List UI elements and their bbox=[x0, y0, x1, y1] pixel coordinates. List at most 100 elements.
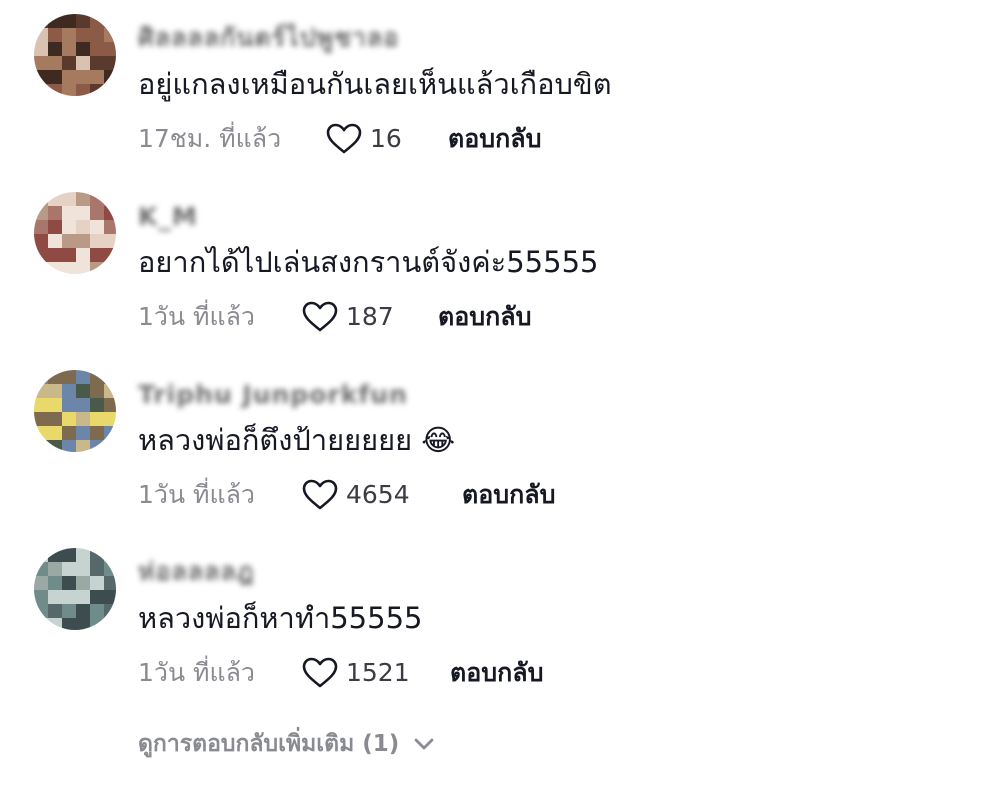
avatar-pixel bbox=[62, 398, 76, 412]
heart-outline-icon bbox=[302, 479, 338, 511]
avatar-pixel bbox=[90, 576, 104, 590]
avatar-pixel bbox=[104, 426, 116, 440]
avatar-pixel bbox=[48, 604, 62, 618]
avatar-pixel bbox=[62, 248, 76, 262]
avatar-pixel bbox=[34, 192, 48, 206]
avatar[interactable] bbox=[34, 14, 116, 96]
avatar-pixel bbox=[90, 56, 104, 70]
avatar-pixel bbox=[104, 56, 116, 70]
avatar-pixel bbox=[34, 426, 48, 440]
comment-text: หลวงพ่อก็ตึงป้ายยยยย 😂 bbox=[138, 423, 456, 457]
avatar-pixel bbox=[34, 262, 48, 274]
avatar-pixel bbox=[48, 440, 62, 452]
avatar-pixel bbox=[76, 384, 90, 398]
avatar-pixel bbox=[34, 576, 48, 590]
avatar-pixel bbox=[34, 604, 48, 618]
comment-timestamp: 1วัน ที่แล้ว bbox=[138, 658, 255, 687]
avatar-pixel bbox=[62, 220, 76, 234]
like-count: 4654 bbox=[346, 480, 410, 509]
username[interactable]: ห่อลลลลฎ bbox=[138, 557, 255, 586]
comment-item: ศิลลลลกันตร์ไปพูชาลอ อยู่แกลงเหมือนกันเล… bbox=[0, 0, 984, 170]
avatar-pixel bbox=[34, 398, 48, 412]
avatar-pixel bbox=[90, 412, 104, 426]
avatar[interactable] bbox=[34, 192, 116, 274]
avatar-pixel bbox=[104, 384, 116, 398]
comment-timestamp: 1วัน ที่แล้ว bbox=[138, 480, 255, 509]
avatar-pixel bbox=[90, 248, 104, 262]
avatar-pixel bbox=[90, 384, 104, 398]
view-more-replies-button[interactable]: ดูการตอบกลับเพิ่มเติม (1) bbox=[138, 728, 435, 760]
comment-item: Triphu Junporkfun หลวงพ่อก็ตึงป้ายยยยย 😂… bbox=[0, 356, 984, 526]
avatar-pixel bbox=[76, 192, 90, 206]
avatar-pixel bbox=[76, 562, 90, 576]
username[interactable]: K_M bbox=[138, 202, 198, 231]
avatar-pixel bbox=[34, 14, 48, 28]
like-button[interactable]: 4654 bbox=[302, 479, 410, 511]
avatar-pixel bbox=[48, 618, 62, 630]
avatar-pixel bbox=[90, 370, 104, 384]
avatar-pixel bbox=[48, 234, 62, 248]
avatar-pixel bbox=[62, 70, 76, 84]
username[interactable]: Triphu Junporkfun bbox=[138, 380, 408, 409]
avatar[interactable] bbox=[34, 370, 116, 452]
avatar-pixel bbox=[104, 440, 116, 452]
avatar-pixel bbox=[90, 220, 104, 234]
comment-item: ห่อลลลลฎ หลวงพ่อก็หาทำ55555 1วัน ที่แล้ว… bbox=[0, 534, 984, 704]
comment-text: อยากได้ไปเล่นสงกรานต์จังค่ะ55555 bbox=[138, 245, 599, 279]
avatar-pixel bbox=[90, 70, 104, 84]
avatar-pixel bbox=[76, 618, 90, 630]
avatar-pixel bbox=[62, 28, 76, 42]
avatar-pixel bbox=[104, 618, 116, 630]
avatar-pixel bbox=[104, 28, 116, 42]
avatar-pixel bbox=[62, 42, 76, 56]
username[interactable]: ศิลลลลกันตร์ไปพูชาลอ bbox=[138, 23, 399, 52]
avatar-pixel bbox=[62, 384, 76, 398]
avatar-pixel bbox=[62, 56, 76, 70]
avatar-pixel bbox=[104, 42, 116, 56]
avatar-pixel bbox=[34, 220, 48, 234]
avatar-pixel bbox=[34, 440, 48, 452]
avatar-pixel bbox=[104, 590, 116, 604]
avatar-pixel bbox=[104, 84, 116, 96]
avatar-pixel bbox=[104, 234, 116, 248]
avatar-pixel bbox=[34, 590, 48, 604]
avatar-pixel bbox=[62, 14, 76, 28]
like-button[interactable]: 187 bbox=[302, 301, 394, 333]
avatar-pixel bbox=[76, 234, 90, 248]
comment-timestamp: 1วัน ที่แล้ว bbox=[138, 302, 255, 331]
like-button[interactable]: 1521 bbox=[302, 657, 410, 689]
avatar-pixel bbox=[90, 84, 104, 96]
avatar[interactable] bbox=[34, 548, 116, 630]
like-count: 16 bbox=[370, 124, 402, 153]
avatar-pixel bbox=[76, 548, 90, 562]
reply-button[interactable]: ตอบกลับ bbox=[448, 123, 541, 155]
avatar-pixel bbox=[90, 426, 104, 440]
avatar-pixel bbox=[104, 412, 116, 426]
avatar-pixel bbox=[104, 70, 116, 84]
avatar-pixel bbox=[48, 548, 62, 562]
reply-button[interactable]: ตอบกลับ bbox=[450, 657, 543, 689]
avatar-pixel bbox=[76, 84, 90, 96]
avatar-pixel bbox=[48, 84, 62, 96]
reply-button[interactable]: ตอบกลับ bbox=[438, 301, 531, 333]
avatar-pixel bbox=[90, 548, 104, 562]
avatar-pixel bbox=[104, 548, 116, 562]
avatar-pixel bbox=[90, 262, 104, 274]
avatar-pixel bbox=[62, 206, 76, 220]
avatar-pixel bbox=[90, 604, 104, 618]
avatar-pixel bbox=[48, 42, 62, 56]
avatar-pixel bbox=[34, 370, 48, 384]
avatar-pixel bbox=[34, 70, 48, 84]
avatar-pixel bbox=[62, 440, 76, 452]
avatar-pixel bbox=[48, 28, 62, 42]
avatar-pixel bbox=[90, 440, 104, 452]
avatar-pixel bbox=[34, 206, 48, 220]
avatar-pixel bbox=[34, 248, 48, 262]
like-button[interactable]: 16 bbox=[326, 123, 402, 155]
avatar-pixel bbox=[48, 576, 62, 590]
avatar-pixel bbox=[62, 562, 76, 576]
reply-button[interactable]: ตอบกลับ bbox=[462, 479, 555, 511]
avatar-pixel bbox=[34, 618, 48, 630]
avatar-pixel bbox=[104, 262, 116, 274]
avatar-pixel bbox=[48, 262, 62, 274]
